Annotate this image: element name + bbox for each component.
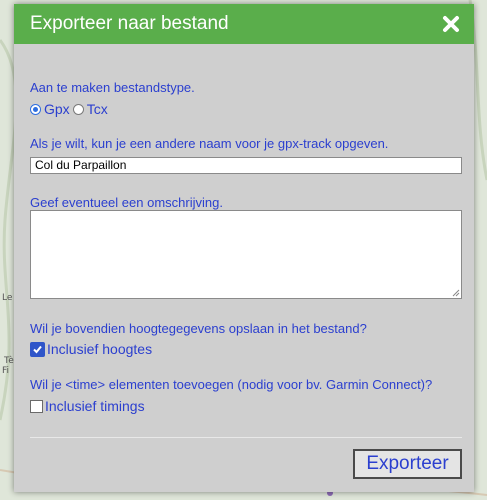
radio-tcx[interactable] — [72, 103, 84, 115]
filetype-label: Aan te maken bestandstype. — [30, 80, 195, 95]
timings-question: Wil je <time> elementen toevoegen (nodig… — [30, 377, 433, 392]
elevation-checkbox[interactable] — [30, 341, 45, 357]
radio-gpx[interactable] — [30, 103, 41, 115]
description-label: Geef eventueel een omschrijving. — [30, 195, 223, 210]
track-name-label: Als je wilt, kun je een andere naam voor… — [30, 136, 389, 151]
dialog-title: Exporteer naar bestand — [30, 13, 229, 34]
elevation-checkbox-label[interactable]: Inclusief hoogtes — [47, 341, 152, 357]
export-button[interactable]: Exporteer — [353, 449, 462, 479]
checkmark-icon — [33, 345, 42, 353]
resize-grip-icon[interactable] — [452, 289, 460, 297]
export-dialog: Exporteer naar bestand Aan te maken best… — [14, 4, 474, 492]
track-name-input[interactable]: Col du Parpaillon — [30, 157, 462, 174]
timings-option: Inclusief timings — [30, 398, 145, 414]
close-icon[interactable] — [440, 13, 462, 35]
filetype-radio-group: Gpx Tcx — [30, 101, 108, 117]
dialog-titlebar: Exporteer naar bestand — [14, 4, 474, 44]
radio-tcx-label[interactable]: Tcx — [87, 101, 108, 117]
timings-checkbox-label[interactable]: Inclusief timings — [45, 398, 145, 414]
description-textarea[interactable] — [30, 210, 462, 299]
radio-gpx-label[interactable]: Gpx — [44, 101, 70, 117]
elevation-option: Inclusief hoogtes — [30, 341, 152, 357]
timings-checkbox[interactable] — [30, 399, 43, 413]
divider — [30, 437, 462, 438]
elevation-question: Wil je bovendien hoogtegegevens opslaan … — [30, 321, 367, 336]
